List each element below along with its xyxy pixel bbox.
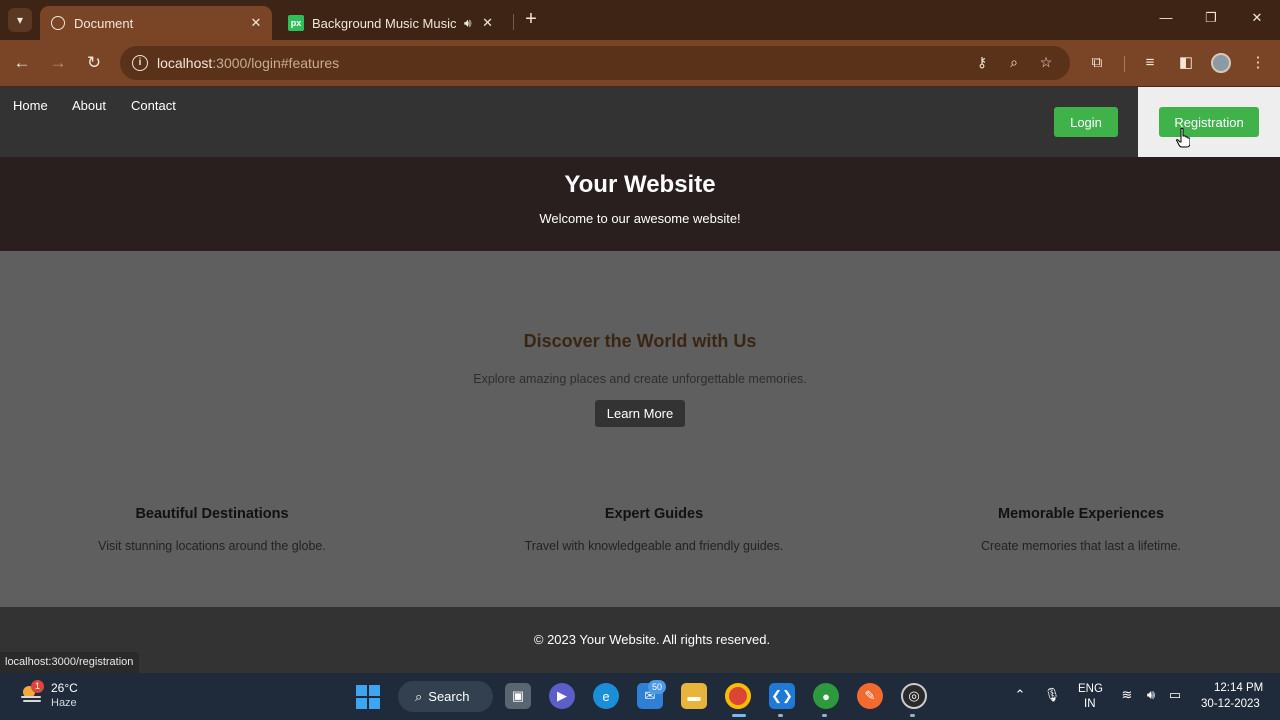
hand-cursor-icon bbox=[1176, 128, 1190, 148]
edge-browser-icon[interactable]: e bbox=[593, 683, 619, 709]
site-footer: © 2023 Your Website. All rights reserved… bbox=[0, 607, 1280, 673]
search-label: Search bbox=[428, 689, 470, 704]
feature-card: Expert Guides Travel with knowledgeable … bbox=[454, 506, 854, 553]
learn-more-button[interactable]: Learn More bbox=[595, 400, 685, 427]
link-status-bubble: localhost:3000/registration bbox=[0, 652, 140, 673]
registration-hover-area: Registration bbox=[1138, 87, 1280, 157]
show-hidden-icons-chevron-icon[interactable]: ⌃ bbox=[1011, 687, 1029, 705]
bookmark-star-icon[interactable]: ☆ bbox=[1036, 54, 1056, 72]
nav-link-home[interactable]: Home bbox=[13, 98, 48, 113]
mongodb-running-indicator bbox=[822, 714, 827, 717]
tab-search-icon[interactable]: ▾ bbox=[8, 8, 32, 32]
volume-icon[interactable]: 🔊︎ bbox=[1142, 687, 1160, 705]
feature-title: Memorable Experiences bbox=[997, 506, 1165, 522]
extensions-puzzle-icon[interactable]: ⧉ bbox=[1086, 52, 1108, 74]
feature-title: Expert Guides bbox=[604, 506, 704, 522]
chrome-icon[interactable] bbox=[725, 683, 751, 709]
site-navbar: Home About Contact Login Registration bbox=[0, 87, 1280, 157]
profile-avatar[interactable] bbox=[1211, 53, 1231, 73]
postman-icon[interactable]: ✎ bbox=[857, 683, 883, 709]
media-controls-icon[interactable]: ≡ bbox=[1139, 52, 1161, 74]
wifi-icon[interactable]: ≋ bbox=[1118, 687, 1136, 705]
weather-notification-badge: 1 bbox=[31, 680, 44, 693]
nav-link-about[interactable]: About bbox=[72, 98, 106, 113]
address-bar[interactable]: i localhost:3000/login#features ⚷ ⌕ ☆ bbox=[120, 46, 1070, 80]
toolbar-divider bbox=[1124, 56, 1125, 72]
obs-studio-icon[interactable]: ◎ bbox=[901, 683, 927, 709]
weather-temperature[interactable]: 26°C bbox=[51, 681, 78, 695]
feature-card: Beautiful Destinations Visit stunning lo… bbox=[12, 506, 412, 553]
globe-icon bbox=[50, 15, 66, 31]
vscode-running-indicator bbox=[778, 714, 783, 717]
feature-text: Visit stunning locations around the glob… bbox=[98, 539, 326, 553]
tab-title: Background Music Music | Royalty-free bbox=[312, 15, 458, 31]
site-info-icon[interactable]: i bbox=[132, 55, 148, 71]
weather-description[interactable]: Haze bbox=[51, 697, 77, 709]
feature-title: Beautiful Destinations bbox=[135, 506, 289, 522]
language-indicator[interactable]: ENG bbox=[1078, 683, 1103, 695]
forward-arrow-icon[interactable]: → bbox=[46, 51, 70, 75]
windows-start-icon[interactable] bbox=[356, 685, 380, 709]
restore-button[interactable]: ❐ bbox=[1196, 10, 1226, 26]
teams-chat-icon[interactable]: ▶ bbox=[549, 683, 575, 709]
close-tab-icon[interactable]: ✕ bbox=[478, 15, 498, 31]
discover-heading: Discover the World with Us bbox=[523, 331, 757, 351]
close-window-button[interactable]: ✕ bbox=[1242, 10, 1272, 26]
speaker-icon[interactable]: 🔊︎ bbox=[464, 16, 472, 31]
file-explorer-icon[interactable]: ▬ bbox=[681, 683, 707, 709]
login-button[interactable]: Login bbox=[1054, 107, 1118, 137]
search-icon: ⌕ bbox=[415, 688, 423, 704]
feature-text: Create memories that last a lifetime. bbox=[980, 539, 1182, 553]
task-view-icon[interactable]: ▣ bbox=[505, 683, 531, 709]
zoom-icon[interactable]: ⌕ bbox=[1004, 54, 1024, 72]
tab-document[interactable]: Document ✕ bbox=[40, 6, 272, 40]
obs-running-indicator bbox=[910, 714, 915, 717]
hero-title: Your Website bbox=[564, 171, 716, 198]
browser-toolbar: ← → ↻ i localhost:3000/login#features ⚷ … bbox=[0, 40, 1280, 86]
footer-copyright: © 2023 Your Website. All rights reserved… bbox=[533, 632, 771, 647]
hero-header: Your Website Welcome to our awesome webs… bbox=[0, 157, 1280, 251]
battery-icon[interactable]: ▭ bbox=[1166, 687, 1184, 705]
clock-time[interactable]: 12:14 PM bbox=[1214, 682, 1263, 694]
password-key-icon[interactable]: ⚷ bbox=[972, 54, 992, 72]
tab-background-music[interactable]: px Background Music Music | Royalty-free… bbox=[278, 6, 510, 40]
feature-card: Memorable Experiences Create memories th… bbox=[881, 506, 1280, 553]
vscode-icon[interactable]: ❮❯ bbox=[769, 683, 795, 709]
new-tab-button[interactable]: + bbox=[520, 9, 542, 31]
chrome-active-indicator bbox=[732, 714, 746, 717]
nav-link-contact[interactable]: Contact bbox=[131, 98, 176, 113]
feature-text: Travel with knowledgeable and friendly g… bbox=[524, 539, 784, 553]
browser-tab-bar: ▾ Document ✕ px Background Music Music |… bbox=[0, 0, 1280, 40]
reload-icon[interactable]: ↻ bbox=[82, 51, 106, 75]
mail-badge: 50 bbox=[648, 680, 667, 694]
taskbar-search[interactable]: ⌕ Search bbox=[398, 681, 493, 712]
web-page: Home About Contact Login Registration Yo… bbox=[0, 87, 1280, 673]
windows-taskbar: 1 26°C Haze ⌕ Search ▣ ▶ e ✉ 50 ▬ ❮❯ ● ✎… bbox=[0, 673, 1280, 720]
tab-title: Document bbox=[74, 15, 134, 31]
tab-divider bbox=[513, 14, 514, 30]
more-menu-icon[interactable]: ⋮ bbox=[1247, 52, 1269, 74]
language-region[interactable]: IN bbox=[1084, 698, 1096, 710]
hero-subtitle: Welcome to our awesome website! bbox=[539, 211, 741, 226]
back-arrow-icon[interactable]: ← bbox=[10, 51, 34, 75]
registration-button[interactable]: Registration bbox=[1159, 107, 1259, 137]
clock-date[interactable]: 30-12-2023 bbox=[1201, 698, 1260, 710]
minimize-button[interactable]: — bbox=[1151, 10, 1181, 25]
pixabay-icon: px bbox=[288, 15, 304, 31]
microphone-icon[interactable]: 🎙︎ bbox=[1043, 687, 1061, 705]
close-tab-icon[interactable]: ✕ bbox=[246, 15, 266, 31]
side-panel-icon[interactable]: ◧ bbox=[1175, 52, 1197, 74]
mongodb-icon[interactable]: ● bbox=[813, 683, 839, 709]
url-text[interactable]: localhost:3000/login#features bbox=[157, 55, 339, 71]
discover-text: Explore amazing places and create unforg… bbox=[473, 372, 807, 386]
